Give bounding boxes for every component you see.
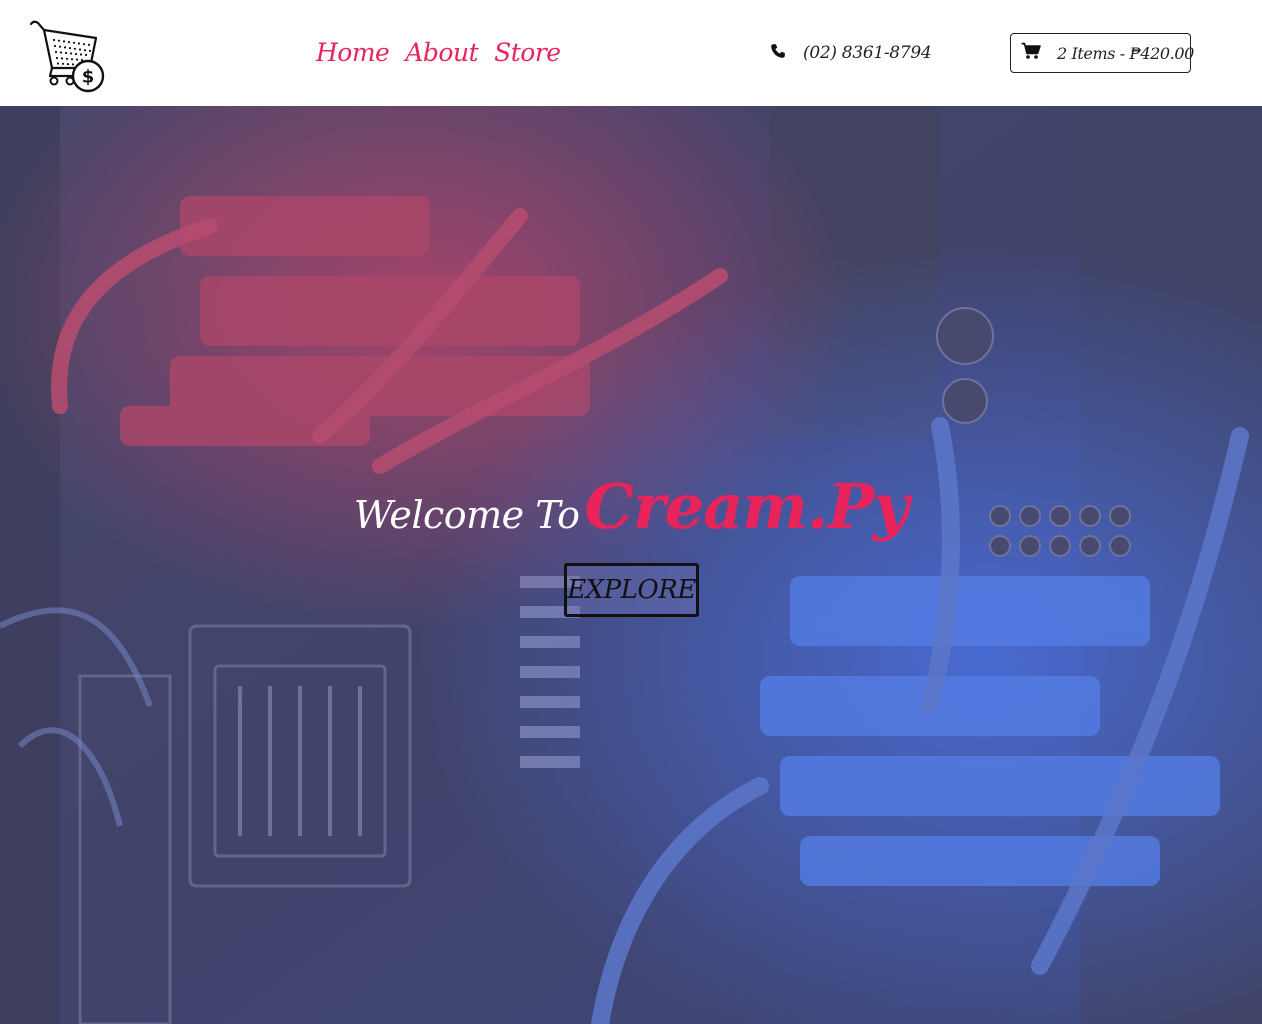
cart-summary: 2 Items - ₱420.00 [1057,43,1194,63]
explore-button-label: EXPLORE [567,575,696,605]
nav-about-link[interactable]: About [405,36,478,70]
cart-button[interactable]: 2 Items - ₱420.00 [1010,33,1194,73]
nav-home-link[interactable]: Home [316,36,390,70]
brand-name: Cream.Py [584,470,909,543]
cart-icon [1021,42,1041,64]
phone-contact[interactable]: (02) 8361-8794 [770,40,932,66]
shopping-cart-dollar-icon[interactable]: $ [28,18,108,96]
site-header: $ Home About Store (02) 8361-8794 2 Item… [0,0,1262,106]
hero-heading: Welcome To Cream.Py [0,470,1262,543]
svg-text:$: $ [82,67,95,88]
explore-button[interactable]: EXPLORE [564,563,699,617]
hero-section: Welcome To Cream.Py EXPLORE [0,106,1262,1024]
welcome-text: Welcome To [353,493,580,537]
nav-store-link[interactable]: Store [494,36,561,70]
main-nav: Home About Store [316,36,561,70]
phone-icon [770,43,786,63]
phone-number: (02) 8361-8794 [803,43,932,63]
